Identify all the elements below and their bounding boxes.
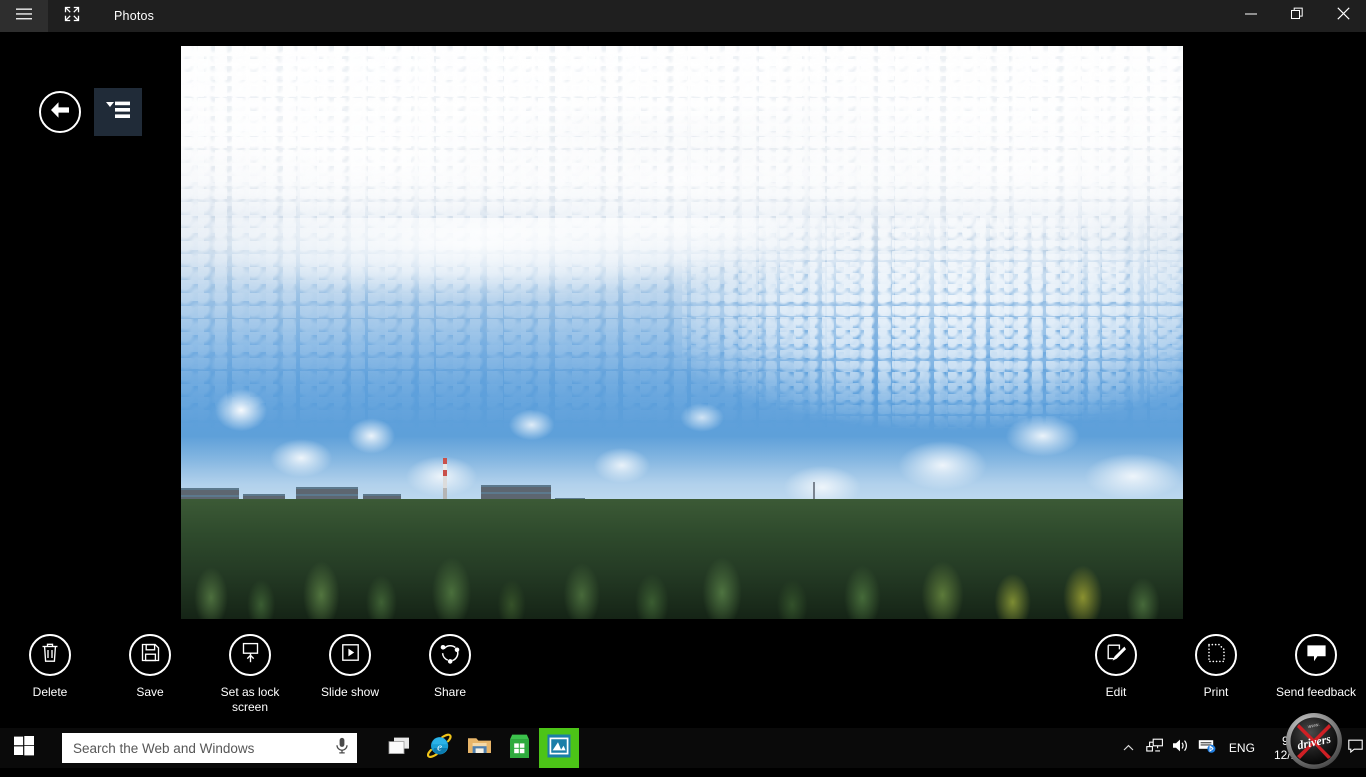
slide-show-button-ring [329,634,371,676]
minimize-icon [1245,7,1257,25]
taskbar-internet-explorer-button[interactable]: e [419,728,459,768]
language-indicator[interactable]: ENG [1220,741,1264,755]
clock[interactable]: 9:14 AM 12/16/2014 [1264,734,1344,762]
view-options-button[interactable] [94,88,142,136]
file-explorer-icon [467,735,492,761]
slideshow-play-icon [340,642,361,668]
search-placeholder-text: Search the Web and Windows [73,740,255,756]
svg-text:e: e [437,741,442,753]
volume-button[interactable] [1168,728,1194,768]
hamburger-menu-icon [16,7,32,25]
share-button-ring [429,634,471,676]
action-center-button[interactable] [1344,728,1366,768]
command-app-bar: Delete Save Set as lock screen Slide sho… [0,624,1366,728]
list-view-icon [104,99,132,126]
send-feedback-label: Send feedback [1275,685,1357,699]
clock-date: 12/16/2014 [1273,748,1334,762]
hamburger-menu-button[interactable] [0,0,48,32]
taskbar: Search the Web and Windows e ENG 9:14 AM… [0,728,1366,768]
slide-show-label: Slide show [320,685,380,699]
slide-show-command[interactable]: Slide show [300,634,400,700]
delete-label: Delete [32,685,68,699]
trash-icon [40,642,60,669]
send-feedback-button-ring [1295,634,1337,676]
start-button[interactable] [0,728,48,768]
set-lock-screen-button-ring [229,634,271,676]
save-button-ring [129,634,171,676]
network-button[interactable] [1142,728,1168,768]
back-button[interactable] [39,91,81,133]
window-controls [1228,0,1366,32]
edit-button-ring [1095,634,1137,676]
photo-tree-canopy-texture [181,498,1183,619]
volume-speaker-icon [1172,738,1190,758]
save-floppy-icon [140,642,161,668]
taskbar-photos-button[interactable] [539,728,579,768]
network-icon [1146,738,1164,758]
minimize-button[interactable] [1228,0,1274,32]
back-arrow-icon [49,101,71,124]
fullscreen-button[interactable] [48,0,96,32]
share-label: Share [433,685,467,699]
save-command[interactable]: Save [100,634,200,700]
share-command[interactable]: Share [400,634,500,700]
maximize-restore-button[interactable] [1274,0,1320,32]
taskbar-search-box[interactable]: Search the Web and Windows [62,733,357,763]
print-button-ring [1195,634,1237,676]
edit-command[interactable]: Edit [1066,634,1166,700]
bluetooth-device-icon [1198,738,1216,758]
microphone-button[interactable] [327,737,357,759]
show-hidden-icons-chevron [1123,739,1134,757]
fullscreen-expand-icon [64,6,80,27]
task-view-icon [388,737,410,760]
print-label: Print [1203,685,1229,699]
microphone-icon [335,737,349,759]
close-icon [1336,7,1350,25]
photo-viewer-image[interactable] [181,46,1183,619]
system-tray: ENG 9:14 AM 12/16/2014 [1116,728,1366,768]
photos-app-icon [547,734,571,763]
windows-store-icon [508,734,531,763]
set-as-lock-screen-command[interactable]: Set as lock screen [200,634,300,715]
action-center-icon [1347,739,1363,758]
clock-time: 9:14 AM [1281,734,1326,748]
taskbar-task-view-button[interactable] [379,728,419,768]
share-icon [439,642,461,669]
edit-label: Edit [1105,685,1127,699]
internet-explorer-icon: e [426,733,452,763]
show-hidden-icons-button[interactable] [1116,728,1142,768]
windows-start-icon [14,735,34,761]
save-label: Save [136,685,164,699]
send-feedback-command[interactable]: Send feedback [1266,634,1366,700]
photo-stage [0,32,1366,624]
print-dotted-page-icon [1206,642,1227,669]
title-bar: Photos [0,0,1366,32]
taskbar-file-explorer-button[interactable] [459,728,499,768]
set-lock-screen-label: Set as lock screen [220,685,280,714]
feedback-speech-bubble-icon [1305,643,1328,668]
edit-pencil-icon [1105,642,1127,669]
delete-command[interactable]: Delete [0,634,100,700]
print-command[interactable]: Print [1166,634,1266,700]
lock-screen-icon [239,641,262,669]
restore-icon [1290,7,1304,25]
bluetooth-device-button[interactable] [1194,728,1220,768]
delete-button-ring [29,634,71,676]
taskbar-store-button[interactable] [499,728,539,768]
close-button[interactable] [1320,0,1366,32]
window-title: Photos [114,9,155,23]
